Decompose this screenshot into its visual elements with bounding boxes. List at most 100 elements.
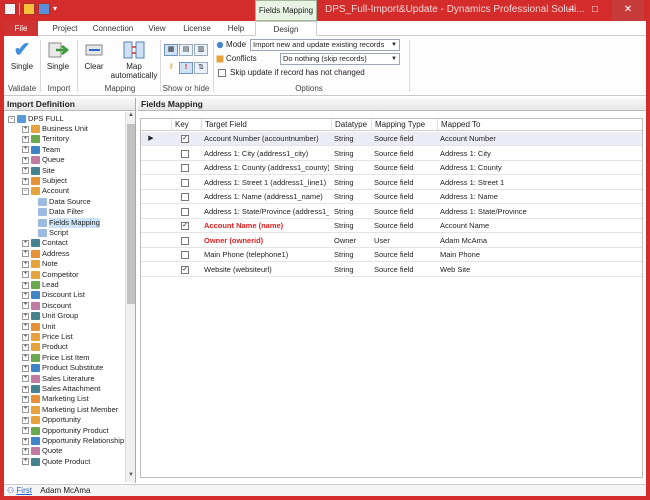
tree-item-unit[interactable]: + Unit bbox=[22, 322, 55, 332]
tree-item-site[interactable]: + Site bbox=[22, 166, 55, 176]
datatype-cell[interactable]: String bbox=[331, 248, 369, 262]
tree-item-price-list[interactable]: + Price List bbox=[22, 332, 73, 342]
target-field-cell[interactable]: Address 1: County (address1_county) bbox=[201, 161, 329, 175]
table-row[interactable]: ✓ Account Name (name) String Source field Ac… bbox=[141, 219, 642, 233]
table-row[interactable]: Address 1: County (address1_county) Strin… bbox=[141, 161, 642, 175]
conflicts-dropdown[interactable]: Do nothing (skip records) ▼ bbox=[280, 53, 400, 65]
expand-icon[interactable]: + bbox=[22, 271, 29, 279]
mapped-to-cell[interactable]: Account Name bbox=[437, 219, 597, 233]
datatype-cell[interactable]: String bbox=[331, 190, 369, 204]
mapped-to-cell[interactable]: Web Site bbox=[437, 263, 597, 277]
expand-icon[interactable]: + bbox=[22, 260, 29, 268]
tree-item-account[interactable]: − Account bbox=[22, 186, 69, 196]
tree-item-contact[interactable]: + Contact bbox=[22, 238, 68, 248]
expand-icon[interactable]: + bbox=[22, 447, 29, 455]
tree-item-competitor[interactable]: + Competitor bbox=[22, 270, 79, 280]
expand-icon[interactable]: + bbox=[22, 385, 29, 393]
mapping-type-cell[interactable]: Source field bbox=[371, 147, 435, 161]
target-field-cell[interactable]: Main Phone (telephone1) bbox=[201, 248, 329, 262]
mapping-type-cell[interactable]: Source field bbox=[371, 263, 435, 277]
expand-icon[interactable]: + bbox=[22, 239, 29, 247]
mapping-type-cell[interactable]: Source field bbox=[371, 248, 435, 262]
key-checkbox[interactable]: ✓ bbox=[181, 222, 189, 230]
tree-item-team[interactable]: + Team bbox=[22, 145, 60, 155]
datatype-cell[interactable]: String bbox=[331, 147, 369, 161]
expand-icon[interactable]: + bbox=[22, 250, 29, 258]
table-row[interactable]: ✓ Website (websiteurl) String Source field W… bbox=[141, 263, 642, 277]
tree-item-sales-literature[interactable]: + Sales Literature bbox=[22, 374, 95, 384]
expand-icon[interactable]: + bbox=[22, 343, 29, 351]
key-icon[interactable]: ⚷ bbox=[164, 62, 178, 74]
tab-file[interactable]: File bbox=[4, 21, 38, 36]
expand-icon[interactable]: + bbox=[22, 416, 29, 424]
tree-item-data-filter[interactable]: Data Filter bbox=[38, 207, 84, 217]
expand-icon[interactable]: + bbox=[22, 312, 29, 320]
expand-icon[interactable]: + bbox=[22, 458, 29, 466]
target-field-cell[interactable]: Address 1: State/Province (address1_... bbox=[201, 205, 329, 219]
datatype-cell[interactable]: String bbox=[331, 263, 369, 277]
tab-connection[interactable]: Connection bbox=[90, 21, 136, 36]
key-checkbox[interactable] bbox=[181, 251, 189, 259]
scroll-thumb[interactable] bbox=[127, 124, 135, 304]
tree-item-opportunity[interactable]: + Opportunity bbox=[22, 415, 81, 425]
expand-icon[interactable]: + bbox=[22, 291, 29, 299]
tree-item-discount-list[interactable]: + Discount List bbox=[22, 290, 85, 300]
expand-icon[interactable]: + bbox=[22, 354, 29, 362]
tab-license[interactable]: License bbox=[180, 21, 214, 36]
datatype-cell[interactable]: String bbox=[331, 132, 369, 146]
key-checkbox[interactable] bbox=[181, 236, 189, 245]
expand-icon[interactable]: + bbox=[22, 146, 29, 154]
show-all-icon[interactable]: ▦ bbox=[164, 44, 178, 56]
save-icon[interactable] bbox=[38, 3, 50, 15]
scroll-down-icon[interactable]: ▼ bbox=[126, 472, 136, 482]
minimize-button[interactable]: – bbox=[560, 0, 582, 21]
tree-item-marketing-list-member[interactable]: + Marketing List Member bbox=[22, 405, 118, 415]
datatype-cell[interactable]: String bbox=[331, 161, 369, 175]
expand-icon[interactable]: + bbox=[22, 395, 29, 403]
first-link[interactable]: First bbox=[16, 486, 32, 495]
tree-item-marketing-list[interactable]: + Marketing List bbox=[22, 394, 89, 404]
filter-fields-icon[interactable]: ⇅ bbox=[194, 62, 208, 74]
key-checkbox[interactable] bbox=[181, 178, 189, 187]
tree-item-lead[interactable]: + Lead bbox=[22, 280, 59, 290]
target-field-cell[interactable]: Account Number (accountnumber) bbox=[201, 132, 329, 146]
column-key[interactable]: Key bbox=[171, 119, 201, 131]
maximize-button[interactable]: □ bbox=[584, 0, 606, 21]
expand-icon[interactable]: + bbox=[22, 375, 29, 383]
mapped-to-cell[interactable]: Address 1: Street 1 bbox=[437, 176, 597, 190]
expand-icon[interactable]: + bbox=[22, 437, 29, 445]
tree-item-sales-attachment[interactable]: + Sales Attachment bbox=[22, 384, 100, 394]
tree-item-territory[interactable]: + Territory bbox=[22, 134, 69, 144]
tree-item-opportunity-relationship[interactable]: + Opportunity Relationship bbox=[22, 436, 124, 446]
tree-item-queue[interactable]: + Queue bbox=[22, 155, 65, 165]
import-single-button[interactable]: Single bbox=[44, 40, 72, 71]
mapping-type-cell[interactable]: User bbox=[371, 234, 435, 248]
expand-icon[interactable]: + bbox=[22, 125, 29, 133]
mapped-to-cell[interactable]: Address 1: Name bbox=[437, 190, 597, 204]
tree-item-price-list-item[interactable]: + Price List Item bbox=[22, 353, 90, 363]
target-field-cell[interactable]: Address 1: Street 1 (address1_line1) bbox=[201, 176, 329, 190]
clear-mapping-button[interactable]: Clear bbox=[80, 40, 108, 71]
table-row[interactable]: Main Phone (telephone1) String Source fiel… bbox=[141, 248, 642, 262]
mapping-type-cell[interactable]: Source field bbox=[371, 161, 435, 175]
expand-icon[interactable]: + bbox=[22, 281, 29, 289]
close-button[interactable]: ✕ bbox=[612, 0, 644, 21]
mapping-type-cell[interactable]: Source field bbox=[371, 176, 435, 190]
mapping-type-cell[interactable]: Source field bbox=[371, 190, 435, 204]
key-checkbox[interactable] bbox=[181, 164, 189, 172]
target-field-cell[interactable]: Address 1: City (address1_city) bbox=[201, 147, 329, 161]
mapped-to-cell[interactable]: Address 1: County bbox=[437, 161, 597, 175]
collapse-icon[interactable]: − bbox=[8, 115, 15, 123]
column-target-field[interactable]: Target Field bbox=[201, 119, 329, 131]
table-row[interactable]: Owner (ownerid) Owner User Adam McAma bbox=[141, 234, 642, 248]
datatype-cell[interactable]: String bbox=[331, 176, 369, 190]
tree-item-business-unit[interactable]: + Business Unit bbox=[22, 124, 88, 134]
expand-icon[interactable]: + bbox=[22, 302, 29, 310]
tree-item-product-substitute[interactable]: + Product Substitute bbox=[22, 363, 103, 373]
mapping-type-cell[interactable]: Source field bbox=[371, 205, 435, 219]
expand-icon[interactable]: + bbox=[22, 177, 29, 185]
tree-item-script[interactable]: Script bbox=[38, 228, 68, 238]
skip-update-checkbox[interactable] bbox=[218, 69, 226, 77]
column-datatype[interactable]: Datatype bbox=[331, 119, 369, 131]
tree-item-address[interactable]: + Address bbox=[22, 249, 70, 259]
